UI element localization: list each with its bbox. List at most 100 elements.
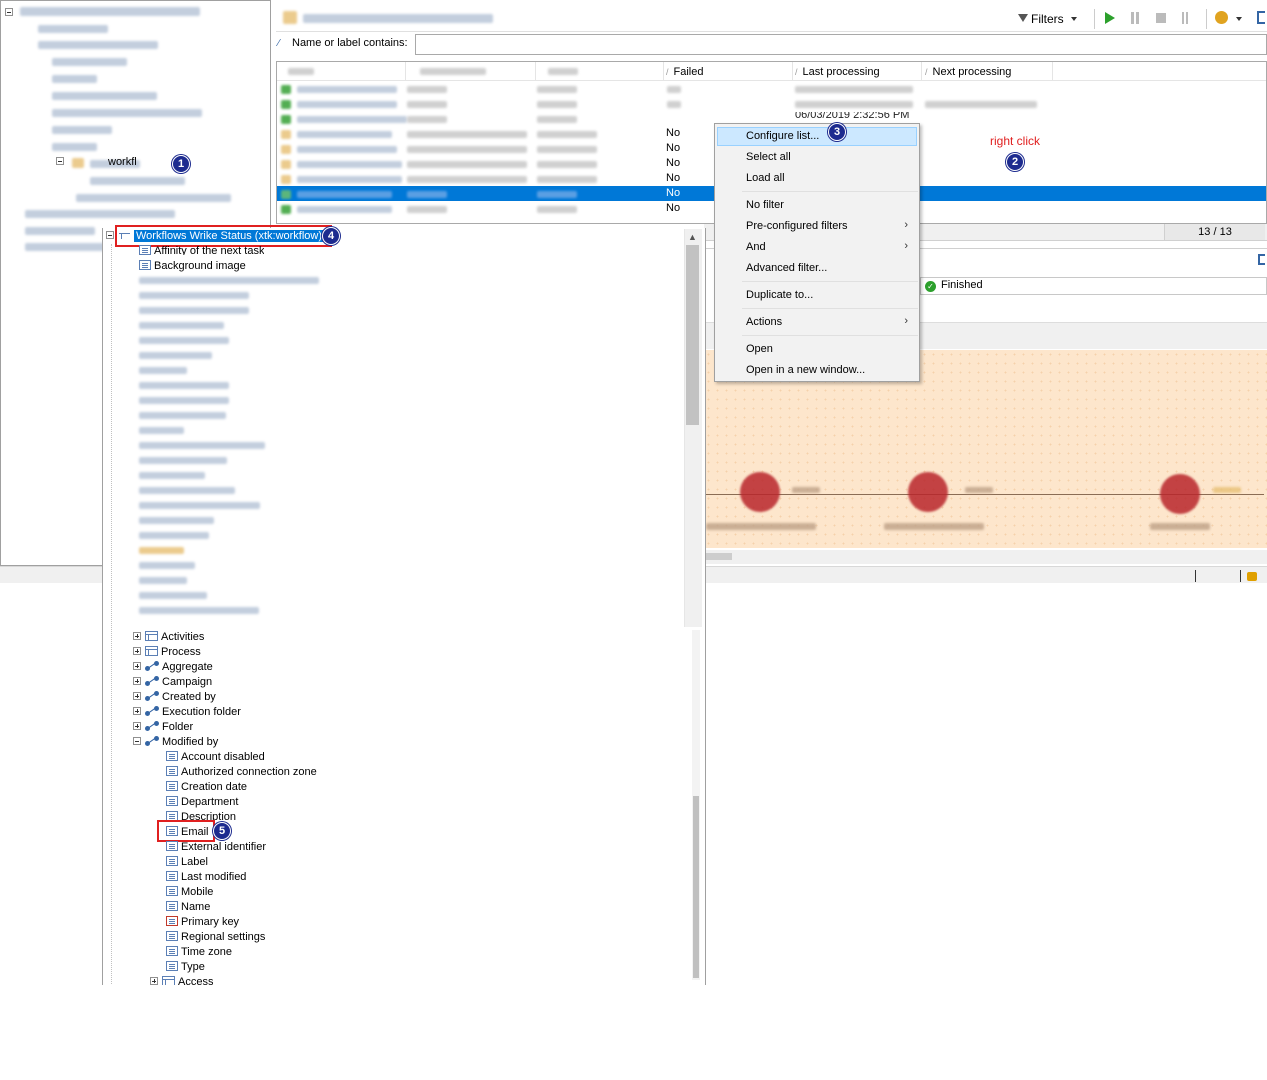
resume-icon[interactable]: [1182, 12, 1184, 24]
field-item[interactable]: Mobile: [166, 885, 213, 900]
funnel-icon: [1018, 14, 1028, 22]
table-row[interactable]: [277, 81, 1266, 96]
field-link-folder[interactable]: Folder: [133, 720, 193, 735]
activity-node-icon[interactable]: [908, 472, 948, 512]
pause-icon[interactable]: [1131, 12, 1134, 24]
tree-node-label: workfl: [108, 156, 137, 168]
menu-separator: [742, 191, 918, 192]
failed-cell: No: [666, 157, 681, 169]
gear-dropdown-chevron-icon[interactable]: [1236, 17, 1242, 21]
field-link-modified-by[interactable]: Modified by: [133, 735, 218, 750]
lock-icon: [1247, 572, 1257, 581]
field-link-aggregate[interactable]: Aggregate: [133, 660, 213, 675]
field-group-process[interactable]: Process: [133, 645, 201, 660]
menu-item-load-all[interactable]: Load all: [746, 172, 785, 184]
column-header-failed[interactable]: / Failed: [666, 64, 703, 80]
field-item[interactable]: Name: [166, 900, 210, 915]
field-item-primary-key[interactable]: Primary key: [166, 915, 239, 930]
failed-cell: No: [666, 142, 681, 154]
field-group-access[interactable]: Access: [150, 975, 213, 985]
field-item[interactable]: Affinity of the next task: [139, 245, 264, 255]
menu-item-configure-list-label: Configure list...: [746, 130, 820, 142]
step-badge-4: 4: [322, 227, 340, 245]
status-bar-divider: [1240, 570, 1241, 582]
chevron-down-icon: [1070, 17, 1077, 21]
chevron-right-icon: ›: [904, 219, 908, 231]
field-item[interactable]: Background image: [139, 259, 246, 274]
expand-icon[interactable]: [1257, 11, 1265, 24]
field-item[interactable]: External identifier: [166, 840, 266, 855]
step-badge-3: 3: [828, 123, 846, 141]
tree-expander[interactable]: [106, 231, 114, 239]
chevron-right-icon: ›: [904, 240, 908, 252]
step-badge-2: 2: [1006, 153, 1024, 171]
toolbar-divider-2: [1206, 9, 1207, 29]
toolbar-divider: [1094, 9, 1095, 29]
diagram-scrollbar-thumb[interactable]: [706, 553, 732, 560]
step4-highlight-box: [115, 225, 332, 247]
menu-item-open-new-window[interactable]: Open in a new window...: [746, 364, 865, 376]
field-item[interactable]: Regional settings: [166, 930, 265, 945]
detail-expand-icon[interactable]: [1258, 254, 1265, 265]
menu-item-and[interactable]: And: [746, 241, 766, 253]
field-item[interactable]: Type: [166, 960, 205, 975]
start-icon[interactable]: [1105, 12, 1115, 24]
tree-expander[interactable]: [56, 157, 64, 165]
activity-node-icon[interactable]: [740, 472, 780, 512]
step-badge-1: 1: [172, 155, 190, 173]
chevron-right-icon: ›: [904, 315, 908, 327]
field-link-campaign[interactable]: Campaign: [133, 675, 212, 690]
menu-item-open[interactable]: Open: [746, 343, 773, 355]
stop-icon[interactable]: [1156, 13, 1166, 23]
step5-highlight-box: [157, 820, 215, 842]
diagram-scrollbar[interactable]: [704, 550, 1267, 564]
menu-item-actions[interactable]: Actions: [746, 316, 782, 328]
failed-cell: No: [666, 202, 681, 214]
list-title-icon: [283, 11, 297, 24]
date-cell: 06/03/2019 2:32:56 PM: [795, 112, 910, 118]
field-group-activities[interactable]: Activities: [133, 630, 204, 645]
menu-item-select-all[interactable]: Select all: [746, 151, 791, 163]
field-tree-lower-scrollbar-thumb[interactable]: [693, 796, 699, 978]
menu-item-duplicate-to[interactable]: Duplicate to...: [746, 289, 813, 301]
gear-icon[interactable]: [1215, 11, 1228, 24]
field-item[interactable]: Time zone: [166, 945, 232, 960]
tree-node-targeting-workflows[interactable]: workfl: [56, 156, 137, 168]
menu-separator: [742, 308, 918, 309]
column-header-last-processing[interactable]: / Last processing: [795, 64, 880, 80]
filters-button[interactable]: Filters: [1018, 10, 1077, 28]
field-link-created-by[interactable]: Created by: [133, 690, 216, 705]
menu-item-no-filter[interactable]: No filter: [746, 199, 784, 211]
search-input[interactable]: [415, 34, 1267, 55]
field-item[interactable]: Label: [166, 855, 208, 870]
field-item[interactable]: Account disabled: [166, 750, 265, 765]
field-item[interactable]: Last modified: [166, 870, 246, 885]
status-value: Finished: [941, 279, 983, 291]
check-circle-icon: ✓: [925, 281, 936, 292]
field-link-execution-folder[interactable]: Execution folder: [133, 705, 241, 720]
field-tree-guide-line: [111, 244, 113, 984]
search-icon: ⁄: [278, 38, 280, 49]
table-row[interactable]: [277, 96, 1266, 111]
context-menu: Configure list... Select all Load all No…: [714, 123, 920, 382]
right-click-annotation: right click: [990, 134, 1041, 148]
failed-cell: No: [666, 127, 681, 139]
column-header-next-processing[interactable]: / Next processing: [925, 64, 1011, 80]
menu-item-advanced-filter[interactable]: Advanced filter...: [746, 262, 827, 274]
activity-node-icon[interactable]: [1160, 474, 1200, 514]
step-badge-5: 5: [213, 822, 231, 840]
field-item[interactable]: Authorized connection zone: [166, 765, 317, 780]
field-item[interactable]: Department: [166, 795, 238, 810]
search-label: Name or label contains:: [292, 37, 408, 49]
failed-cell: No: [666, 172, 681, 184]
tree-collapse-toggle[interactable]: [5, 7, 17, 19]
field-item[interactable]: Creation date: [166, 780, 247, 795]
failed-cell: No: [666, 187, 681, 199]
status-bar-divider: [1195, 570, 1196, 582]
key-icon: [166, 916, 178, 926]
menu-separator: [742, 335, 918, 336]
field-tree-scrollbar-thumb[interactable]: [686, 245, 699, 425]
list-title: [303, 14, 493, 23]
menu-item-preconfigured-filters[interactable]: Pre-configured filters: [746, 220, 848, 232]
scroll-up-icon[interactable]: ▲: [688, 232, 697, 242]
